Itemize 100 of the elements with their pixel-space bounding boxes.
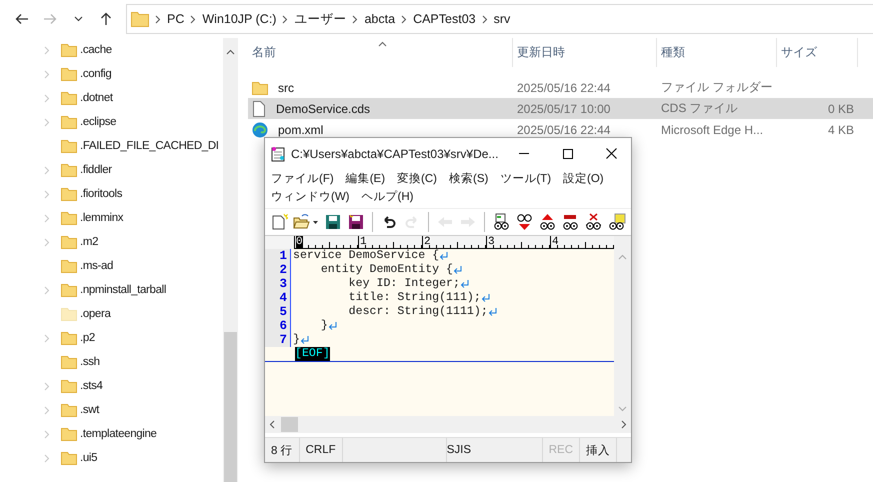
- file-size: 0 KB: [826, 102, 855, 116]
- chevron-icon: [352, 14, 358, 24]
- column-header[interactable]: 更新日時: [517, 44, 565, 61]
- nav-item[interactable]: .m2: [80, 236, 98, 248]
- breadcrumb[interactable]: srv: [494, 12, 510, 26]
- scroll-up-icon: [618, 254, 627, 260]
- nav-item[interactable]: .ssh: [80, 356, 100, 368]
- code-line: descr: String(1111);: [348, 305, 488, 319]
- nav-item[interactable]: .swt: [80, 404, 100, 416]
- search-up-icon: [538, 213, 556, 231]
- return-mark-icon: [300, 334, 310, 346]
- menu-item[interactable]: 検索(S): [449, 170, 488, 186]
- status-text: SJIS: [446, 444, 472, 456]
- menu-item[interactable]: ファイル(F): [271, 170, 334, 186]
- toolbar-button[interactable]: [323, 212, 343, 232]
- chevron-icon: [282, 14, 288, 24]
- breadcrumb[interactable]: CAPTest03: [413, 12, 476, 26]
- line-number: 6: [265, 319, 291, 333]
- line-number: 7: [265, 333, 291, 347]
- new-file-icon: [270, 213, 288, 231]
- scroll-left-icon: [269, 420, 275, 429]
- modified-date: 2025/05/16 22:44: [516, 122, 612, 136]
- grep-icon: [606, 213, 626, 231]
- breadcrumb[interactable]: abcta: [364, 12, 396, 26]
- code-line: }: [292, 333, 300, 347]
- nav-item[interactable]: .templateengine: [80, 428, 157, 440]
- menu-item[interactable]: ツール(T): [500, 170, 552, 186]
- scrollbar[interactable]: [265, 416, 631, 433]
- status-text: REC: [548, 444, 573, 456]
- file-type: ファイル フォルダー: [660, 79, 774, 96]
- nav-item[interactable]: .lemminx: [80, 212, 124, 224]
- clear-search-icon: [584, 213, 602, 231]
- ruler-ticks: [422, 236, 486, 249]
- code-line: title: String(111);: [348, 291, 481, 305]
- replace-icon: [560, 213, 580, 231]
- menu-item[interactable]: 変換(C): [397, 170, 437, 186]
- close-icon: [606, 148, 618, 159]
- breadcrumb[interactable]: PC: [167, 12, 184, 26]
- open-folder-icon: [293, 213, 319, 231]
- ruler-number: 1: [360, 236, 367, 248]
- nav-item[interactable]: .ms-ad: [80, 260, 114, 272]
- return-mark-icon: [439, 250, 450, 262]
- search-icon: [492, 213, 510, 231]
- scrollbar[interactable]: [223, 38, 238, 482]
- menu-item[interactable]: ヘルプ(H): [362, 188, 414, 204]
- nav-item[interactable]: .config: [80, 68, 112, 80]
- return-mark-icon: [453, 264, 464, 276]
- toolbar-button[interactable]: [346, 212, 366, 232]
- column-header[interactable]: 種類: [661, 44, 685, 61]
- ruler-number: 3: [488, 236, 495, 248]
- left-arrow-icon: [15, 13, 29, 25]
- menu-item[interactable]: 設定(O): [563, 170, 604, 186]
- nav-item[interactable]: .fiddler: [80, 164, 112, 176]
- nav-item[interactable]: .opera: [80, 308, 111, 320]
- ruler-ticks: [550, 236, 614, 249]
- menu-item[interactable]: 編集(E): [346, 170, 386, 186]
- file-row[interactable]: DemoService.cds 2025/05/17 10:00 CDS ファイル 0 KB: [248, 98, 873, 119]
- nav-item[interactable]: .npminstall_tarball: [80, 284, 166, 296]
- folder-icon: [131, 11, 149, 27]
- code-line: key ID: Integer;: [348, 277, 460, 291]
- file-type: Microsoft Edge H...: [660, 122, 764, 136]
- nav-item[interactable]: .fioritools: [80, 188, 122, 200]
- breadcrumb[interactable]: ユーザー: [294, 10, 346, 28]
- breadcrumb[interactable]: Win10JP (C:): [202, 12, 276, 26]
- folder-icon: [252, 80, 268, 94]
- nav-item[interactable]: .p2: [80, 332, 95, 344]
- address-bar[interactable]: PC Win10JP (C:) ユーザー abcta CAPTest03 srv: [126, 4, 873, 34]
- scroll-right-icon: [621, 420, 627, 429]
- scroll-down-icon: [618, 406, 627, 412]
- ruler-number: 0: [296, 236, 303, 248]
- document-icon: [252, 100, 266, 116]
- file-row[interactable]: src 2025/05/16 22:44 ファイル フォルダー: [248, 77, 873, 98]
- return-mark-icon: [328, 320, 338, 332]
- line-number: 3: [265, 277, 291, 291]
- line-number: 4: [265, 291, 291, 305]
- ruler-ticks: [358, 236, 422, 249]
- nav-item[interactable]: .sts4: [80, 380, 103, 392]
- nav-item[interactable]: .eclipse: [80, 116, 116, 128]
- nav-item[interactable]: .dotnet: [80, 92, 113, 104]
- file-name: DemoService.cds: [275, 102, 372, 116]
- chevron-icon: [401, 14, 408, 24]
- column-header[interactable]: 名前: [252, 44, 276, 61]
- window-title: C:¥Users¥abcta¥CAPTest03¥srv¥De...: [291, 146, 498, 160]
- code-line: service DemoService {: [292, 249, 440, 263]
- scrollbar[interactable]: [614, 236, 631, 416]
- menu-item[interactable]: ウィンドウ(W): [271, 188, 350, 204]
- toolbar-button[interactable]: [583, 212, 603, 232]
- file-row[interactable]: pom.xml 2025/05/16 22:44 Microsoft Edge H... 4 KB: [248, 119, 873, 140]
- code-line: }: [320, 319, 328, 333]
- code-line: entity DemoEntity {: [320, 263, 454, 277]
- nav-item[interactable]: .ui5: [80, 452, 98, 464]
- return-mark-icon: [480, 292, 491, 304]
- scrollbar-thumb[interactable]: [281, 417, 298, 432]
- right-arrow-icon: [459, 214, 477, 230]
- nav-item[interactable]: .cache: [80, 44, 112, 56]
- nav-item[interactable]: .FAILED_FILE_CACHED_DI: [80, 140, 219, 152]
- column-header[interactable]: サイズ: [781, 44, 817, 61]
- file-name: pom.xml: [277, 122, 324, 136]
- file-name: src: [277, 80, 295, 94]
- status-text: 挿入: [586, 444, 610, 458]
